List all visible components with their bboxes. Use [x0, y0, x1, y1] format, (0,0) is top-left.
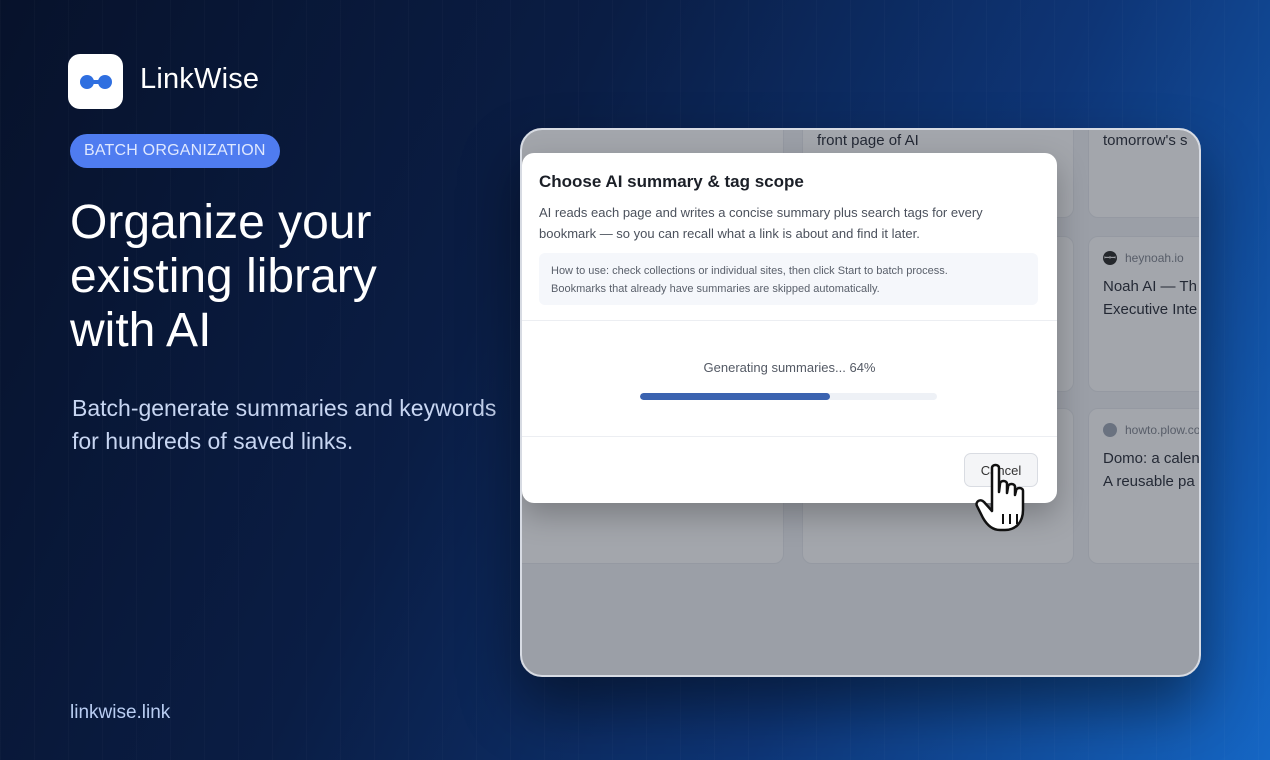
headline: Organize your existing library with AI	[70, 196, 490, 358]
app-screenshot: front page of AI tomorrow's s ꟷꟷ heynoah…	[520, 128, 1201, 677]
divider	[522, 320, 1057, 321]
progress-label: Generating summaries... 64%	[703, 360, 876, 375]
hand-pointer-cursor-icon	[975, 463, 1025, 532]
brand-name: LinkWise	[140, 63, 260, 95]
help-note: How to use: check collections or individ…	[539, 253, 1038, 305]
progress-bar	[640, 393, 937, 400]
divider	[522, 436, 1057, 437]
progress-bar-fill	[640, 393, 831, 400]
brand-logo	[68, 54, 123, 109]
feature-badge: BATCH ORGANIZATION	[70, 134, 280, 168]
subheadline: Batch-generate summaries and keywords fo…	[72, 392, 532, 458]
site-url: linkwise.link	[70, 702, 171, 723]
dialog-description: AI reads each page and writes a concise …	[539, 205, 983, 241]
infinity-link-icon	[79, 74, 112, 89]
ai-summary-dialog: Choose AI summary & tag scope AI reads e…	[522, 153, 1057, 503]
headline-line: existing library	[70, 250, 377, 303]
subheadline-line: for hundreds of saved links.	[72, 428, 354, 454]
dialog-title: Choose AI summary & tag scope	[539, 172, 804, 191]
subheadline-line: Batch-generate summaries and keywords	[72, 395, 497, 421]
headline-line: Organize your	[70, 196, 372, 249]
headline-line: with AI	[70, 304, 212, 357]
